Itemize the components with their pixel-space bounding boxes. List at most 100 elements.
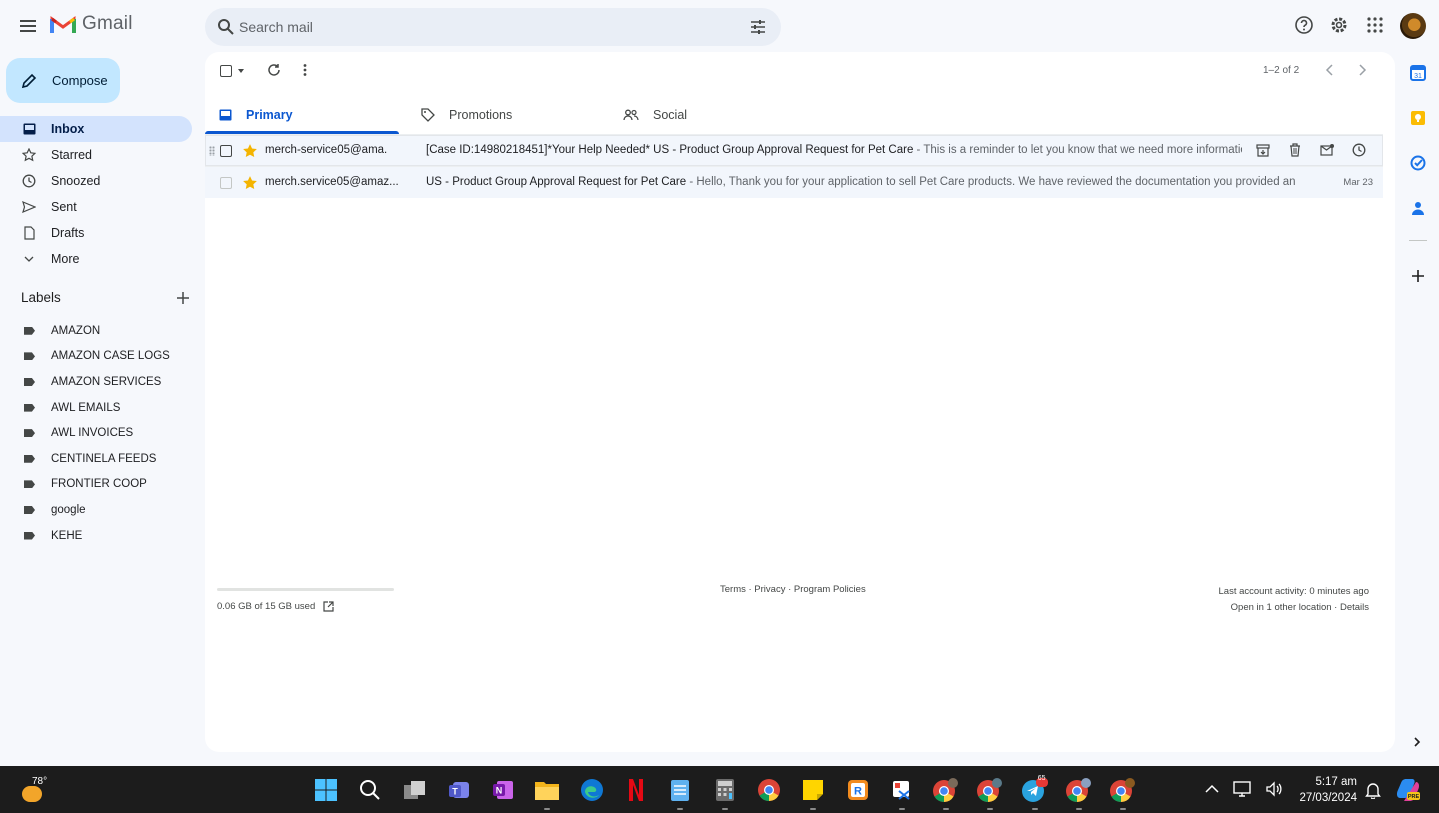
gmail-m-icon xyxy=(50,16,76,33)
compose-button[interactable]: Compose xyxy=(6,58,120,103)
onenote-icon[interactable]: N xyxy=(487,774,519,806)
search-options-icon[interactable] xyxy=(749,18,767,36)
email-subject: US - Product Group Approval Request for … xyxy=(426,176,687,188)
select-all-checkbox[interactable] xyxy=(220,65,232,77)
sidebar-item-more[interactable]: More xyxy=(0,246,192,272)
notifications-bell-icon[interactable] xyxy=(1365,781,1381,799)
snipping-tool-icon[interactable] xyxy=(886,774,918,810)
sidebar-item-drafts[interactable]: Drafts xyxy=(0,220,192,246)
start-windows-icon[interactable] xyxy=(310,774,342,806)
older-chevron-right-icon[interactable] xyxy=(1355,63,1369,77)
other-location-link[interactable]: Open in 1 other location · Details xyxy=(1219,600,1369,616)
mark-as-unread-icon[interactable] xyxy=(1319,142,1335,158)
telegram-icon[interactable]: 65 xyxy=(1019,774,1051,810)
refresh-icon[interactable] xyxy=(267,63,281,77)
email-checkbox[interactable] xyxy=(220,145,232,157)
label-item-frontier-coop[interactable]: FRONTIER COOP xyxy=(0,472,192,498)
edge-browser-icon[interactable] xyxy=(576,774,608,806)
rtc-app-icon[interactable]: R xyxy=(842,774,874,806)
tab-social[interactable]: Social xyxy=(609,96,687,134)
email-row[interactable]: merch-service05@ama. [Case ID:1498021845… xyxy=(205,134,1383,166)
running-indicator xyxy=(544,808,551,810)
archive-icon[interactable] xyxy=(1255,142,1271,158)
keep-icon[interactable] xyxy=(1405,105,1431,131)
search-input[interactable] xyxy=(239,8,739,46)
running-indicator xyxy=(1031,808,1038,810)
label-item-amazon-services[interactable]: AMAZON SERVICES xyxy=(0,369,192,395)
delete-trash-icon[interactable] xyxy=(1287,142,1303,158)
sidebar-item-sent[interactable]: Sent xyxy=(0,194,192,220)
star-icon[interactable] xyxy=(242,143,258,159)
account-avatar[interactable] xyxy=(1400,13,1426,39)
label-name: FRONTIER COOP xyxy=(51,478,147,491)
drag-handle-icon[interactable] xyxy=(209,146,215,156)
teams-icon[interactable]: T xyxy=(443,774,475,806)
volume-icon[interactable] xyxy=(1265,780,1283,798)
add-label-icon[interactable] xyxy=(177,291,189,304)
show-hidden-icons-chevron-up-icon[interactable] xyxy=(1205,784,1219,794)
search-icon[interactable] xyxy=(217,18,235,36)
file-explorer-icon[interactable] xyxy=(531,774,563,810)
sticky-notes-icon[interactable] xyxy=(797,774,829,810)
tab-label: Primary xyxy=(246,108,293,122)
email-snippet: - Hello, Thank you for your application … xyxy=(686,176,1296,188)
svg-text:R: R xyxy=(854,786,862,798)
label-item-google[interactable]: google xyxy=(0,497,192,523)
label-item-centinela-feeds[interactable]: CENTINELA FEEDS xyxy=(0,446,192,472)
label-item-awl-emails[interactable]: AWL EMAILS xyxy=(0,395,192,421)
tasks-icon[interactable] xyxy=(1405,150,1431,176)
label-item-kehe[interactable]: KEHE xyxy=(0,523,192,549)
tab-promotions[interactable]: Promotions xyxy=(407,96,512,134)
newer-chevron-left-icon[interactable] xyxy=(1323,63,1337,77)
contacts-icon[interactable] xyxy=(1405,195,1431,221)
main-menu-button[interactable] xyxy=(14,12,42,40)
netflix-icon[interactable] xyxy=(620,774,652,806)
calendar-icon[interactable]: 31 xyxy=(1405,60,1431,86)
chrome-profile-4-icon[interactable] xyxy=(1107,774,1139,810)
task-view-icon[interactable] xyxy=(399,774,431,806)
label-tag-icon xyxy=(24,505,35,514)
taskbar-clock[interactable]: 5:17 am 27/03/2024 xyxy=(1290,774,1357,806)
email-row[interactable]: merch.service05@amaz... US - Product Gro… xyxy=(205,166,1383,198)
select-options-caret-icon[interactable] xyxy=(238,69,244,73)
label-name: KEHE xyxy=(51,529,83,542)
main-panel: 1–2 of 2 Primary Promotions Social merch… xyxy=(205,52,1395,752)
label-tag-icon xyxy=(24,326,35,335)
calculator-icon[interactable] xyxy=(709,774,741,810)
email-content: US - Product Group Approval Request for … xyxy=(426,176,1296,188)
sidebar-item-starred[interactable]: Starred xyxy=(0,142,192,168)
side-panel: 31 xyxy=(1405,60,1431,308)
label-name: google xyxy=(51,503,86,516)
settings-gear-icon[interactable] xyxy=(1328,14,1350,36)
footer-links[interactable]: Terms · Privacy · Program Policies xyxy=(720,584,866,595)
more-vert-icon[interactable] xyxy=(302,63,308,77)
notepad-icon[interactable] xyxy=(664,774,696,810)
label-item-awl-invoices[interactable]: AWL INVOICES xyxy=(0,420,192,446)
chrome-profile-3-icon[interactable] xyxy=(1063,774,1095,810)
gmail-logo[interactable]: Gmail xyxy=(50,13,133,35)
copilot-icon[interactable]: PRE xyxy=(1395,778,1421,802)
add-addon-icon[interactable] xyxy=(1405,263,1431,289)
google-apps-icon[interactable] xyxy=(1364,14,1386,36)
taskbar-search-icon[interactable] xyxy=(354,774,386,806)
storage-info: 0.06 GB of 15 GB used xyxy=(217,588,394,612)
expand-panel-chevron-icon[interactable] xyxy=(1410,735,1424,749)
sidebar-item-snoozed[interactable]: Snoozed xyxy=(0,168,192,194)
chrome-profile-1-icon[interactable] xyxy=(930,774,962,810)
star-icon[interactable] xyxy=(242,175,258,191)
chrome-icon[interactable] xyxy=(753,774,785,806)
label-name: AMAZON xyxy=(51,324,101,337)
email-checkbox[interactable] xyxy=(220,177,232,189)
chrome-profile-2-icon[interactable] xyxy=(974,774,1006,810)
sidebar-item-inbox[interactable]: Inbox xyxy=(0,116,192,142)
email-snippet: - This is a reminder to let you know tha… xyxy=(916,144,1242,156)
open-external-icon[interactable] xyxy=(323,601,334,612)
tab-primary[interactable]: Primary xyxy=(205,96,293,134)
label-item-amazon[interactable]: AMAZON xyxy=(0,318,192,344)
help-icon[interactable] xyxy=(1293,14,1315,36)
inbox-icon xyxy=(22,122,36,136)
network-icon[interactable] xyxy=(1233,780,1251,798)
weather-widget[interactable]: 78° xyxy=(20,774,80,804)
label-item-amazon-case-logs[interactable]: AMAZON CASE LOGS xyxy=(0,344,192,370)
snooze-clock-icon[interactable] xyxy=(1351,142,1367,158)
